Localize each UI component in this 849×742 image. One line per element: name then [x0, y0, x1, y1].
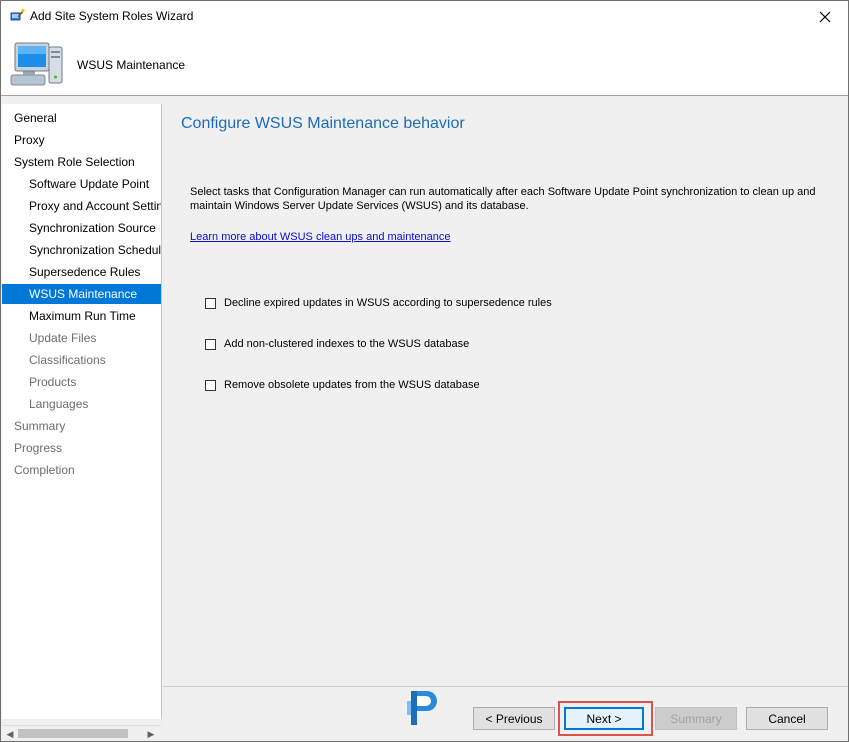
scroll-right-icon[interactable]: ▶ [145, 728, 157, 740]
wizard-content: Configure WSUS Maintenance behavior Sele… [165, 104, 848, 684]
option-label: Add non-clustered indexes to the WSUS da… [224, 338, 470, 350]
wizard-header: WSUS Maintenance [1, 33, 848, 96]
nav-step-item[interactable]: Classifications [2, 350, 161, 370]
computer-icon [10, 42, 63, 86]
nav-horizontal-scrollbar[interactable]: ◀ ▶ [2, 725, 161, 741]
remove-obsolete-checkbox[interactable] [205, 379, 216, 391]
footer-divider [163, 686, 848, 687]
page-title: Configure WSUS Maintenance behavior [181, 115, 465, 132]
previous-button[interactable]: < Previous [473, 707, 555, 730]
page-header-title: WSUS Maintenance [77, 58, 186, 72]
nav-step-item[interactable]: Synchronization Schedule [2, 240, 161, 260]
wizard-step-list: General Proxy System Role Selection Softwar… [2, 104, 162, 719]
title-bar: Add Site System Roles Wizard [1, 1, 848, 33]
option-decline-expired[interactable]: Decline expired updates in WSUS accordin… [205, 295, 552, 311]
logo-icon [407, 691, 437, 725]
nav-step-item[interactable]: Maximum Run Time [2, 306, 161, 326]
nav-step-item[interactable]: Supersedence Rules [2, 262, 161, 282]
nav-step-item[interactable]: Proxy [2, 130, 161, 150]
option-remove-obsolete[interactable]: Remove obsolete updates from the WSUS da… [205, 377, 480, 393]
nav-step-item[interactable]: General [2, 108, 161, 128]
nav-step-item[interactable]: Completion [2, 460, 161, 480]
window-title: Add Site System Roles Wizard [30, 9, 194, 23]
scroll-left-icon[interactable]: ◀ [4, 728, 16, 740]
add-indexes-checkbox[interactable] [205, 338, 216, 350]
close-icon [819, 11, 831, 23]
wizard-window: Add Site System Roles Wizard WSUS Mainte… [0, 0, 849, 742]
nav-step-item[interactable]: Synchronization Source [2, 218, 161, 238]
nav-step-item[interactable]: Software Update Point [2, 174, 161, 194]
nav-step-item[interactable]: Summary [2, 416, 161, 436]
wizard-wand-icon [10, 8, 25, 21]
option-label: Remove obsolete updates from the WSUS da… [224, 379, 480, 391]
page-description: Select tasks that Configuration Manager … [190, 186, 816, 212]
nav-step-item[interactable]: Proxy and Account Settings [2, 196, 161, 216]
nav-step-item[interactable]: Update Files [2, 328, 161, 348]
next-highlight-box [558, 701, 653, 736]
nav-step-item[interactable]: Products [2, 372, 161, 392]
summary-button[interactable]: Summary [655, 707, 737, 730]
learn-more-link[interactable]: Learn more about WSUS clean ups and main… [190, 231, 451, 243]
nav-step-item[interactable]: System Role Selection [2, 152, 161, 172]
nav-step-item[interactable]: WSUS Maintenance [2, 284, 161, 304]
option-label: Decline expired updates in WSUS accordin… [224, 297, 552, 309]
option-add-indexes[interactable]: Add non-clustered indexes to the WSUS da… [205, 336, 469, 352]
cancel-button[interactable]: Cancel [746, 707, 828, 730]
decline-expired-checkbox[interactable] [205, 297, 216, 309]
nav-step-item[interactable]: Languages [2, 394, 161, 414]
close-button[interactable] [802, 1, 848, 33]
scrollbar-thumb[interactable] [18, 729, 128, 738]
nav-step-item[interactable]: Progress [2, 438, 161, 458]
